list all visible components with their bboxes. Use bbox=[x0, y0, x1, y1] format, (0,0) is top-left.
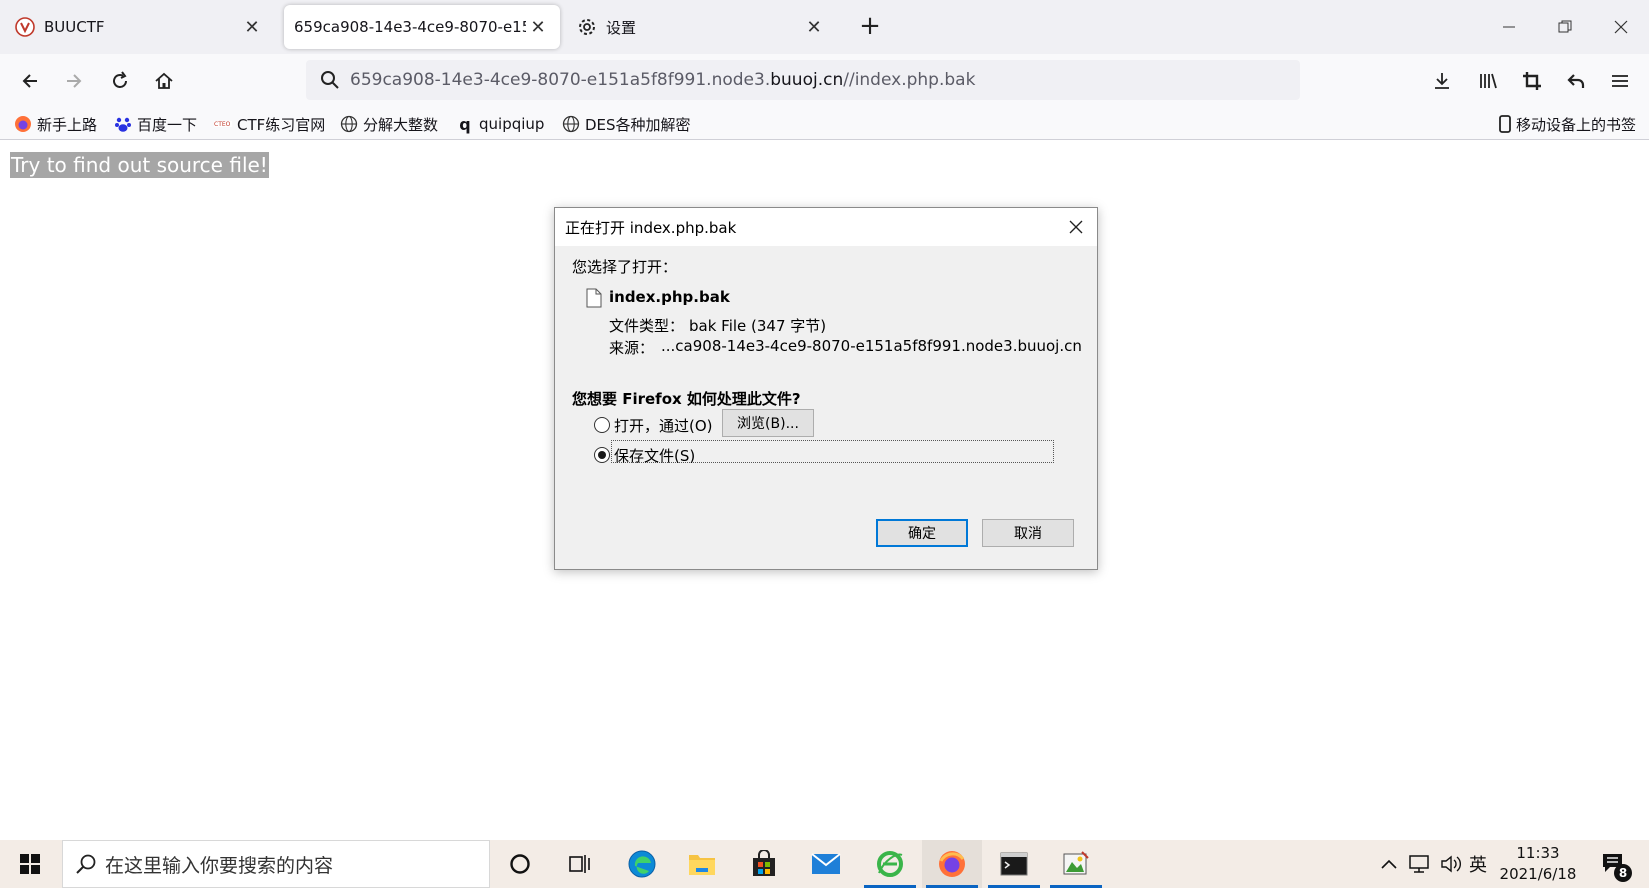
address-bar[interactable]: 659ca908-14e3-4ce9-8070-e151a5f8f991.nod… bbox=[306, 60, 1300, 100]
back-arrow-icon[interactable] bbox=[14, 65, 46, 97]
dialog-titlebar: 正在打开 index.php.bak bbox=[555, 208, 1097, 246]
file-name: index.php.bak bbox=[609, 288, 730, 306]
start-button[interactable] bbox=[0, 840, 60, 888]
clock-time: 11:33 bbox=[1516, 844, 1560, 862]
page-body-text: Try to find out source file! bbox=[10, 152, 269, 178]
minimize-icon[interactable] bbox=[1492, 10, 1526, 44]
save-file-radio[interactable] bbox=[594, 447, 610, 463]
buuctf-logo-icon bbox=[14, 16, 36, 38]
show-hidden-icons-chevron-icon[interactable] bbox=[1376, 840, 1402, 888]
tab-index-php-bak[interactable]: 659ca908-14e3-4ce9-8070-e151a5f8f991.nod… bbox=[284, 5, 560, 49]
search-icon bbox=[75, 853, 97, 875]
navigation-toolbar: 659ca908-14e3-4ce9-8070-e151a5f8f991.nod… bbox=[0, 54, 1649, 108]
volume-icon[interactable] bbox=[1436, 840, 1466, 888]
globe-icon bbox=[562, 115, 580, 133]
tab-strip: BUUCTF ✕ 659ca908-14e3-4ce9-8070-e151a5f… bbox=[0, 0, 1649, 54]
taskbar-clock[interactable]: 11:33 2021/6/18 bbox=[1486, 843, 1590, 885]
bookmark-factorize[interactable]: 分解大整数 bbox=[340, 112, 438, 136]
windows-taskbar: 在这里输入你要搜索的内容 英 11:33 2021/6/18 8 bbox=[0, 840, 1649, 888]
microsoft-store-icon[interactable] bbox=[734, 840, 794, 888]
save-file-label[interactable]: 保存文件(S) bbox=[614, 445, 695, 466]
undo-arrow-icon[interactable] bbox=[1560, 65, 1592, 97]
tab-title: 659ca908-14e3-4ce9-8070-e151a5f8f991.nod… bbox=[294, 18, 526, 36]
download-icon[interactable] bbox=[1426, 65, 1458, 97]
close-window-icon[interactable] bbox=[1604, 10, 1638, 44]
ie-browser-icon[interactable] bbox=[860, 840, 920, 888]
tab-buuctf[interactable]: BUUCTF ✕ bbox=[4, 5, 274, 49]
bookmark-label: CTF练习官网 bbox=[237, 115, 326, 134]
library-icon[interactable] bbox=[1472, 65, 1504, 97]
close-tab-icon[interactable]: ✕ bbox=[526, 15, 550, 39]
firefox-taskbar-icon[interactable] bbox=[922, 840, 982, 888]
browse-button[interactable]: 浏览(B)... bbox=[722, 409, 814, 437]
menu-icon[interactable] bbox=[1604, 65, 1636, 97]
tab-settings[interactable]: 设置 ✕ bbox=[566, 5, 836, 49]
bookmark-baidu[interactable]: 百度一下 bbox=[114, 112, 197, 136]
close-tab-icon[interactable]: ✕ bbox=[802, 15, 826, 39]
open-file-dialog: 正在打开 index.php.bak 您选择了打开： index.php.bak… bbox=[554, 207, 1098, 570]
bookmark-quipqiup[interactable]: q quipqiup bbox=[456, 112, 544, 136]
taskbar-search-box[interactable]: 在这里输入你要搜索的内容 bbox=[62, 840, 490, 888]
file-source-value: ...ca908-14e3-4ce9-8070-e151a5f8f991.nod… bbox=[661, 337, 1082, 355]
cortana-icon[interactable] bbox=[490, 840, 550, 888]
home-icon[interactable] bbox=[148, 65, 180, 97]
url-suffix: //index.php.bak bbox=[843, 70, 976, 90]
notification-count-badge: 8 bbox=[1614, 864, 1632, 882]
mobile-device-icon bbox=[1496, 115, 1514, 133]
terminal-icon[interactable] bbox=[984, 840, 1044, 888]
bookmark-ctf-practice[interactable]: CTEO CTF练习官网 bbox=[214, 112, 325, 136]
handle-question: 您想要 Firefox 如何处理此文件? bbox=[572, 390, 801, 408]
forward-arrow-icon[interactable] bbox=[58, 65, 90, 97]
reload-icon[interactable] bbox=[104, 65, 136, 97]
ok-button[interactable]: 确定 bbox=[876, 519, 968, 547]
gear-icon bbox=[576, 16, 598, 38]
baidu-paw-icon bbox=[114, 115, 132, 133]
tab-title: 设置 bbox=[606, 18, 637, 37]
crop-icon[interactable] bbox=[1516, 65, 1548, 97]
open-with-label[interactable]: 打开，通过(O) bbox=[614, 415, 713, 436]
file-type-value: bak File (347 字节) bbox=[689, 317, 827, 335]
svg-text:CTEO: CTEO bbox=[214, 121, 231, 128]
open-with-radio[interactable] bbox=[594, 417, 610, 433]
url-prefix: 659ca908-14e3-4ce9-8070-e151a5f8f991.nod… bbox=[350, 70, 771, 90]
url-domain: buuoj.cn bbox=[770, 70, 844, 90]
cancel-button[interactable]: 取消 bbox=[982, 519, 1074, 547]
bookmark-label: 新手上路 bbox=[37, 115, 98, 134]
q-icon: q bbox=[459, 114, 471, 134]
bookmark-mobile[interactable]: 移动设备上的书签 bbox=[1496, 112, 1636, 136]
image-viewer-icon[interactable] bbox=[1046, 840, 1106, 888]
clock-date: 2021/6/18 bbox=[1499, 865, 1577, 883]
file-source-label: 来源： bbox=[609, 339, 655, 357]
bookmark-label: 移动设备上的书签 bbox=[1516, 115, 1637, 134]
bookmarks-toolbar: 新手上路 百度一下 CTEO CTF练习官网 分解大整数 q quipqiup … bbox=[0, 108, 1649, 140]
bookmark-des[interactable]: DES各种加解密 bbox=[562, 112, 691, 136]
tab-title: BUUCTF bbox=[44, 18, 105, 36]
file-type-label: 文件类型： bbox=[609, 317, 685, 335]
new-tab-button[interactable]: + bbox=[856, 13, 884, 41]
file-explorer-icon[interactable] bbox=[672, 840, 732, 888]
globe-icon bbox=[340, 115, 358, 133]
bookmark-label: 分解大整数 bbox=[363, 115, 439, 134]
bookmark-label: DES各种加解密 bbox=[585, 115, 691, 134]
bookmark-label: quipqiup bbox=[479, 115, 545, 133]
dialog-close-icon[interactable] bbox=[1063, 214, 1089, 240]
notification-center-icon[interactable]: 8 bbox=[1594, 840, 1634, 888]
restore-icon[interactable] bbox=[1548, 10, 1582, 44]
taskbar-search-placeholder: 在这里输入你要搜索的内容 bbox=[105, 854, 334, 877]
network-icon[interactable] bbox=[1404, 840, 1434, 888]
close-tab-icon[interactable]: ✕ bbox=[240, 15, 264, 39]
task-view-icon[interactable] bbox=[550, 840, 610, 888]
edge-browser-icon[interactable] bbox=[612, 840, 672, 888]
firefox-icon bbox=[14, 115, 32, 133]
chose-to-open-label: 您选择了打开： bbox=[572, 258, 678, 276]
search-icon bbox=[310, 70, 350, 90]
file-icon bbox=[586, 288, 602, 308]
ctf-logo-icon: CTEO bbox=[214, 115, 232, 133]
mail-icon[interactable] bbox=[796, 840, 856, 888]
url-text[interactable]: 659ca908-14e3-4ce9-8070-e151a5f8f991.nod… bbox=[350, 70, 975, 90]
bookmark-label: 百度一下 bbox=[137, 115, 198, 134]
bookmark-getting-started[interactable]: 新手上路 bbox=[14, 112, 97, 136]
dialog-title: 正在打开 index.php.bak bbox=[565, 218, 737, 237]
